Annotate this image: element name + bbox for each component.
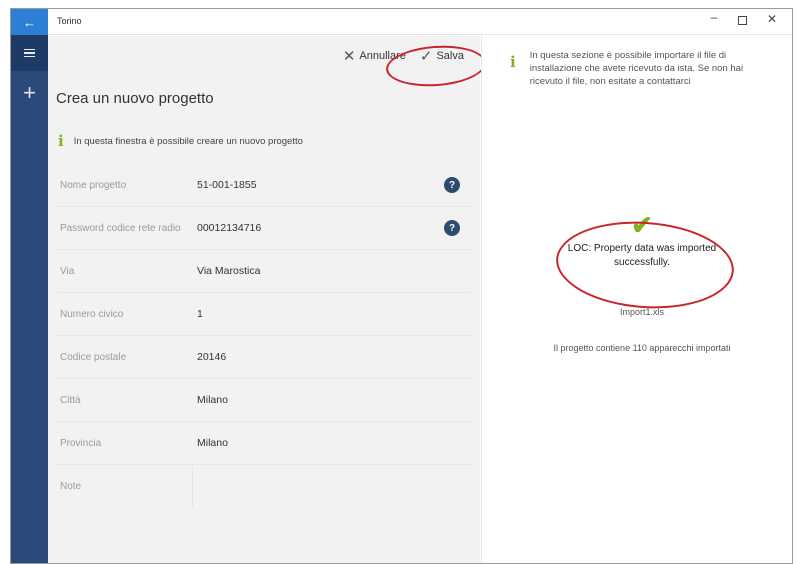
hamburger-line [24,48,35,51]
hamburger-line [24,52,35,54]
title-bar: Torino – ✕ [48,9,792,35]
field-value: 51-001-1855 [197,179,257,191]
help-icon[interactable]: ? [444,177,460,193]
field-label: Password codice rete radio [60,222,181,234]
postal-code-input[interactable]: 20146 [192,336,470,378]
imported-filename: Import1.xls [619,307,664,317]
form-row-provincia: Provincia Milano [58,422,470,465]
minimize-button[interactable]: – [704,10,724,24]
cancel-label: Annullare [359,50,406,62]
field-value: 1 [197,308,203,320]
street-input[interactable]: Via Marostica [192,250,470,292]
import-info: i In questa sezione è possibile importar… [510,49,766,88]
form-row-codice-postale: Codice postale 20146 [58,336,470,379]
imported-count-message: Il progetto contiene 110 apparecchi impo… [553,343,731,353]
field-value: 00012134716 [197,222,262,234]
import-panel: i In questa sezione è possibile importar… [481,36,792,563]
field-value: Milano [197,437,228,449]
checkmark-icon: ✓ [419,48,433,65]
project-form: Nome progetto 51-001-1855 ? Password cod… [58,164,470,508]
import-success: ✔ LOC: Property data was imported succes… [552,212,732,270]
window-title: Torino [57,16,82,26]
field-label: Numero civico [60,308,124,320]
info-icon: i [58,132,64,150]
radio-password-input[interactable]: 00012134716 ? [192,207,470,249]
maximize-button[interactable] [732,12,752,28]
close-window-button[interactable]: ✕ [762,12,782,26]
help-icon[interactable]: ? [444,220,460,236]
field-label: Note [60,481,82,492]
plus-icon: + [23,80,36,105]
save-button[interactable]: ✓ Salva [414,47,470,65]
info-icon: i [510,53,516,71]
field-label: Via [60,265,75,277]
command-bar: ✕ Annullare ✓ Salva [337,42,488,90]
back-button[interactable]: ← [11,9,48,35]
info-banner: i In questa finestra è possibile creare … [58,132,303,150]
field-value: Milano [197,394,228,406]
form-row-nome-progetto: Nome progetto 51-001-1855 ? [58,164,470,207]
success-check-icon: ✔ [631,210,653,240]
notes-input[interactable] [192,465,470,508]
back-arrow-icon: ← [23,14,36,30]
form-row-note: Note [58,465,470,508]
cancel-button[interactable]: ✕ Annullare [337,47,412,65]
field-value: 20146 [197,351,227,363]
field-label: Codice postale [60,351,127,363]
maximize-icon [737,16,747,25]
field-value: Via Marostica [197,265,261,277]
add-project-button[interactable]: + [11,73,48,113]
field-label: Città [60,394,81,406]
form-row-via: Via Via Marostica [58,250,470,293]
city-input[interactable]: Milano [192,379,470,421]
project-name-input[interactable]: 51-001-1855 ? [192,164,470,206]
form-row-numero-civico: Numero civico 1 [58,293,470,336]
field-label: Nome progetto [60,179,127,191]
hamburger-menu-button[interactable] [11,35,48,71]
success-message: LOC: Property data was imported successf… [567,243,717,268]
info-text: In questa finestra è possibile creare un… [73,135,303,147]
hamburger-line [24,55,35,58]
save-label: Salva [436,50,464,62]
field-label: Provincia [60,437,102,449]
nav-rail: ← + [11,9,48,563]
form-row-citta: Città Milano [58,379,470,422]
form-row-password: Password codice rete radio 00012134716 ? [58,207,470,250]
app-window: ← + Torino – ✕ ✕ Annullare ✓ Salva Crea … [10,8,793,564]
province-input[interactable]: Milano [192,422,470,464]
cancel-x-icon: ✕ [342,48,356,65]
page-title: Crea un nuovo progetto [56,90,214,107]
house-number-input[interactable]: 1 [192,293,470,335]
import-info-text: In questa sezione è possibile importare … [529,50,744,87]
project-form-panel: ✕ Annullare ✓ Salva Crea un nuovo proget… [48,36,488,563]
